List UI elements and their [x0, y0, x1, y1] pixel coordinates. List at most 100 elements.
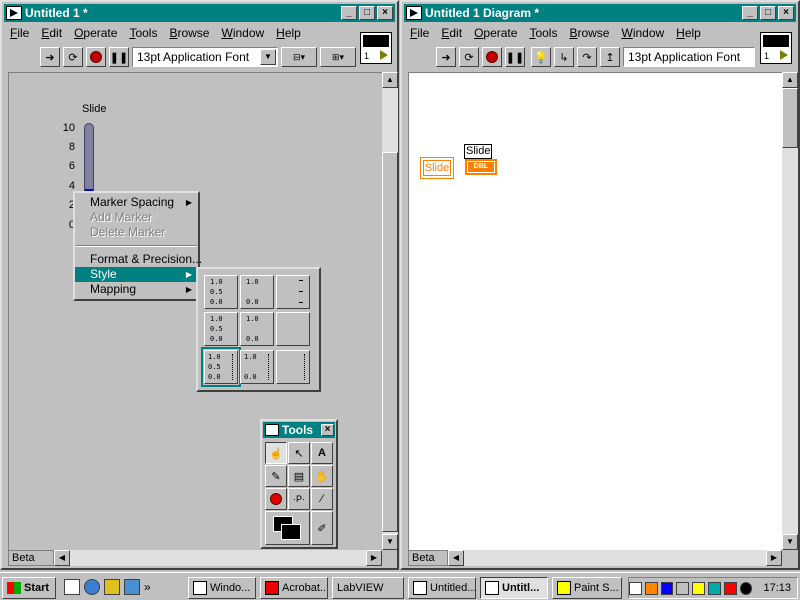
connector-pane-icon[interactable]: 1 [760, 32, 792, 64]
run-arrow-icon[interactable]: ➜ [436, 47, 456, 67]
scroll-right-arrow-icon[interactable]: ▶ [366, 550, 382, 566]
scroll-up-arrow-icon[interactable]: ▲ [382, 72, 398, 88]
font-selector[interactable]: 13pt Application Font ▼ [132, 47, 278, 67]
position-tool-icon[interactable]: ↖ [288, 442, 310, 464]
minimize-button[interactable]: _ [341, 6, 357, 20]
menu-help[interactable]: Help [670, 26, 707, 40]
scroll-thumb[interactable] [382, 152, 398, 532]
style-option-3[interactable] [276, 275, 310, 309]
highlight-execution-icon[interactable]: 💡 [531, 47, 551, 67]
tray-icon-5[interactable] [692, 581, 706, 595]
front-panel-horizontal-scrollbar[interactable]: ◀ ▶ [54, 550, 382, 566]
taskbar-button-labview[interactable]: LabVIEW [332, 577, 404, 599]
slide-terminal[interactable]: DBL [465, 159, 497, 175]
color-swatch-icon[interactable] [265, 511, 310, 545]
scroll-right-arrow-icon[interactable]: ▶ [766, 550, 782, 566]
style-option-6[interactable] [276, 312, 310, 346]
taskbar-button-untitled-diagram[interactable]: Untitled... [408, 577, 476, 599]
menu-tools[interactable]: Tools [523, 26, 563, 40]
desktop-icon[interactable] [64, 579, 80, 595]
menu-item-delete-marker[interactable]: Delete Marker [75, 225, 198, 240]
menu-file[interactable]: File [404, 26, 435, 40]
tray-icon-2[interactable] [644, 581, 658, 595]
style-option-4[interactable]: 1.0 0.5 0.0 [204, 312, 238, 346]
scroll-window-tool-icon[interactable]: ✋ [311, 465, 333, 487]
tray-icon-1[interactable] [628, 581, 642, 595]
diagram-vertical-scrollbar[interactable]: ▲ ▼ [782, 72, 798, 550]
menu-item-style[interactable]: Style ▶ [75, 267, 198, 282]
abort-icon[interactable] [86, 47, 106, 67]
style-option-8[interactable]: 1.0 0.0 [240, 350, 274, 384]
taskbar-button-acrobat[interactable]: Acrobat... [260, 577, 328, 599]
menu-operate[interactable]: Operate [468, 26, 523, 40]
front-panel-canvas[interactable]: Slide 10 8 6 4 2 0 Tools × ☝ ↖ A ✎ ▤ ✋ ·… [8, 72, 382, 550]
style-option-2[interactable]: 1.0 0.0 [240, 275, 274, 309]
pause-icon[interactable]: ❚❚ [109, 47, 129, 67]
run-arrow-icon[interactable]: ➜ [40, 47, 60, 67]
monitor-icon[interactable] [708, 581, 721, 595]
internet-explorer-icon[interactable] [84, 579, 100, 595]
step-out-icon[interactable]: ↥ [600, 47, 620, 67]
close-button[interactable]: × [377, 6, 393, 20]
menu-item-add-marker[interactable]: Add Marker [75, 210, 198, 225]
align-objects-button[interactable]: ⊟▾ [281, 47, 317, 67]
font-selector[interactable]: 13pt Application Font [623, 47, 755, 67]
style-option-5[interactable]: 1.0 0.0 [240, 312, 274, 346]
tools-palette-titlebar[interactable]: Tools × [263, 422, 335, 438]
tray-icon-7[interactable] [723, 581, 737, 595]
minimize-button[interactable]: _ [742, 6, 758, 20]
menu-browse[interactable]: Browse [163, 26, 215, 40]
scroll-down-arrow-icon[interactable]: ▼ [782, 534, 798, 550]
maximize-button[interactable]: □ [359, 6, 375, 20]
operate-value-tool-icon[interactable]: ☝ [265, 442, 287, 464]
channels-icon[interactable] [124, 579, 140, 595]
taskbar-button-paint-shop[interactable]: Paint S... [552, 577, 622, 599]
object-shortcut-menu-tool-icon[interactable]: ▤ [288, 465, 310, 487]
menu-item-mapping[interactable]: Mapping ▶ [75, 282, 198, 297]
tools-close-button[interactable]: × [321, 424, 334, 436]
menu-browse[interactable]: Browse [563, 26, 615, 40]
run-continuously-icon[interactable]: ⟳ [459, 47, 479, 67]
scroll-down-arrow-icon[interactable]: ▼ [382, 534, 398, 550]
diagram-titlebar[interactable]: Untitled 1 Diagram * _ □ × [404, 4, 796, 22]
taskbar-button-windows[interactable]: Windo... [188, 577, 256, 599]
breakpoint-tool-icon[interactable] [265, 488, 287, 510]
taskbar-button-untitled-panel[interactable]: Untitl... [480, 577, 548, 599]
scroll-thumb[interactable] [782, 88, 798, 148]
menu-window[interactable]: Window [615, 26, 670, 40]
pause-icon[interactable]: ❚❚ [505, 47, 525, 67]
outlook-express-icon[interactable] [104, 579, 120, 595]
step-into-icon[interactable]: ↳ [554, 47, 574, 67]
menu-file[interactable]: File [4, 26, 35, 40]
slide-label[interactable]: Slide [82, 103, 106, 115]
close-button[interactable]: × [778, 6, 794, 20]
front-panel-vertical-scrollbar[interactable]: ▲ ▼ [382, 72, 398, 550]
menu-edit[interactable]: Edit [435, 26, 468, 40]
front-panel-titlebar[interactable]: Untitled 1 * _ □ × [4, 4, 395, 22]
probe-tool-icon[interactable]: ·P· [288, 488, 310, 510]
scroll-up-arrow-icon[interactable]: ▲ [782, 72, 798, 88]
run-continuously-icon[interactable]: ⟳ [63, 47, 83, 67]
menu-item-format-precision[interactable]: Format & Precision... [75, 252, 202, 267]
style-option-7-selected[interactable]: 1.0 0.5 0.0 [201, 347, 241, 387]
set-color-tool-icon[interactable]: ✐ [311, 511, 333, 545]
tray-icon-3[interactable] [660, 581, 674, 595]
volume-icon[interactable] [676, 581, 690, 595]
diagram-horizontal-scrollbar[interactable]: ◀ ▶ [448, 550, 782, 566]
maximize-button[interactable]: □ [760, 6, 776, 20]
menu-operate[interactable]: Operate [68, 26, 123, 40]
get-color-tool-icon[interactable]: ⁄ [311, 488, 333, 510]
style-option-1[interactable]: 1.0 0.5 0.0 [204, 275, 238, 309]
menu-item-marker-spacing[interactable]: Marker Spacing ▶ [75, 195, 198, 210]
edit-text-tool-icon[interactable]: A [311, 442, 333, 464]
scroll-left-arrow-icon[interactable]: ◀ [448, 550, 464, 566]
connector-pane-icon[interactable]: 1 [360, 32, 392, 64]
tray-icon-8[interactable] [739, 581, 753, 595]
menu-tools[interactable]: Tools [123, 26, 163, 40]
connect-wire-tool-icon[interactable]: ✎ [265, 465, 287, 487]
slide-local-variable[interactable]: Slide [420, 157, 454, 179]
scroll-left-arrow-icon[interactable]: ◀ [54, 550, 70, 566]
block-diagram-canvas[interactable]: Slide Slide DBL [408, 72, 782, 550]
menu-window[interactable]: Window [215, 26, 270, 40]
step-over-icon[interactable]: ↷ [577, 47, 597, 67]
